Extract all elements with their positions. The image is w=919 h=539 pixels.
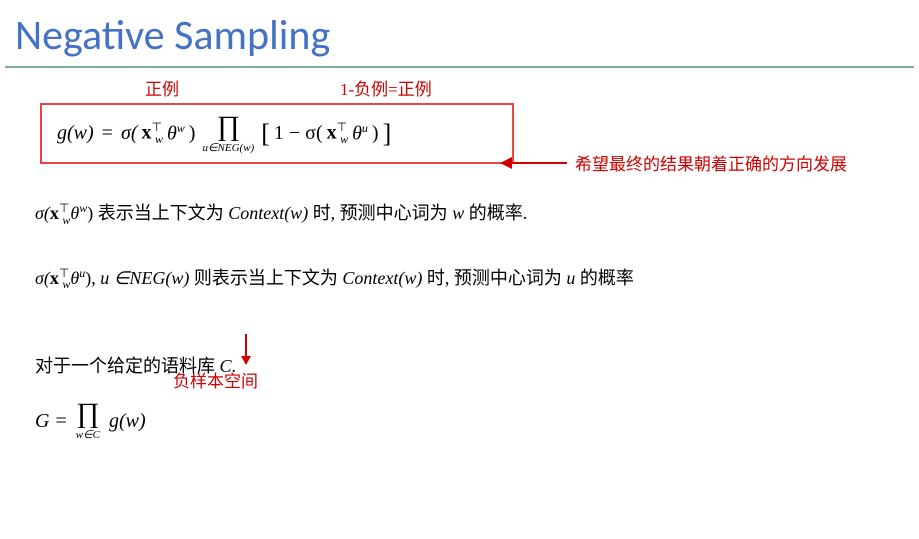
x-term-2: x⊤w: [327, 120, 348, 148]
slide-title: Negative Sampling: [0, 0, 919, 66]
arrow-head-icon: [500, 157, 512, 169]
lhs: g(w): [57, 122, 94, 145]
theta-2: θu: [352, 121, 368, 146]
close-1: ): [189, 122, 196, 145]
x-term-1: x⊤w: [141, 120, 162, 148]
theta-1: θw: [167, 121, 185, 146]
close-2: ): [372, 122, 379, 145]
formula-box: g(w) = σ( x⊤w θw ) ∏ u∈NEG(w) [ 1 − σ( x…: [40, 103, 514, 164]
title-underline: [5, 66, 914, 68]
formula-gw: g(w) = σ( x⊤w θw ) ∏ u∈NEG(w) [ 1 − σ( x…: [57, 113, 497, 154]
product-block: ∏ u∈NEG(w): [202, 113, 254, 154]
eq: =: [102, 122, 113, 145]
annot-one-minus-neg: 1-负例=正例: [340, 75, 432, 100]
arrow-hope: 希望最终的结果朝着正确的方向发展: [500, 150, 847, 175]
product-block-2: ∏ w∈C: [76, 400, 100, 441]
one-minus: 1 − σ(: [274, 122, 323, 145]
sigma-open-1: σ(: [121, 122, 138, 145]
text-line-1: σ(x⊤wθw) 表示当上下文为 Context(w) 时, 预测中心词为 w …: [35, 199, 899, 229]
formula-G: G = ∏ w∈C g(w): [35, 400, 899, 441]
bracket-close: ]: [383, 119, 392, 149]
arrow-line: [512, 162, 567, 164]
text-line-2: σ(x⊤wθu), u ∈NEG(w) 则表示当上下文为 Context(w) …: [35, 264, 899, 294]
text-line-3: 对于一个给定的语料库 C.: [35, 353, 899, 380]
annot-positive: 正例: [145, 75, 179, 100]
annot-hope: 希望最终的结果朝着正确的方向发展: [575, 150, 847, 175]
bracket-open: [: [261, 119, 270, 149]
